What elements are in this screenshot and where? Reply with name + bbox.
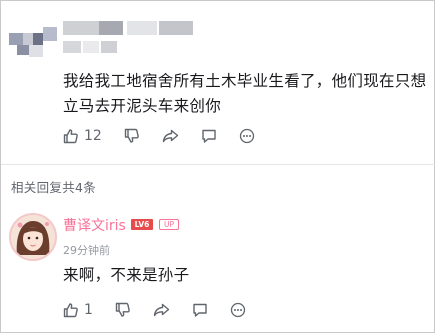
reply-like-count: 1 — [84, 302, 93, 318]
reply-reply-button[interactable] — [192, 302, 208, 318]
thumb-down-icon — [115, 302, 131, 318]
level-badge: LV6 — [131, 219, 153, 230]
reply-button[interactable] — [201, 128, 217, 144]
reply-icon — [201, 128, 217, 144]
share-icon — [162, 128, 179, 144]
more-button[interactable] — [239, 128, 255, 144]
like-count: 12 — [84, 128, 102, 144]
blurred-timestamp — [63, 41, 119, 53]
blurred-avatar[interactable] — [9, 15, 57, 61]
reply-share-button[interactable] — [153, 302, 170, 318]
comment-panel: 我给我工地宿舍所有土木毕业生看了，他们现在只想立马去开泥头车来创你 12 相关回… — [0, 0, 435, 333]
avatar[interactable] — [9, 213, 57, 261]
up-badge: UP — [159, 219, 179, 230]
divider — [1, 164, 435, 165]
dislike-button[interactable] — [124, 128, 140, 144]
reply-username[interactable]: 曹译文iris — [63, 215, 126, 235]
replies-count-header: 相关回复共4条 — [11, 180, 97, 195]
reply-like-button[interactable]: 1 — [63, 302, 93, 318]
reply-dislike-button[interactable] — [115, 302, 131, 318]
reply-timestamp: 29分钟前 — [63, 244, 110, 257]
reply-actions: 1 — [63, 299, 268, 321]
reply-text: 来啊，不来是孙子 — [63, 266, 190, 284]
comment-text: 我给我工地宿舍所有土木毕业生看了，他们现在只想立马去开泥头车来创你 — [63, 72, 427, 115]
thumb-down-icon — [124, 128, 140, 144]
reply-icon — [192, 302, 208, 318]
more-icon — [230, 302, 246, 318]
reply-more-button[interactable] — [230, 302, 246, 318]
share-button[interactable] — [162, 128, 179, 144]
share-icon — [153, 302, 170, 318]
thumb-up-icon — [63, 302, 79, 318]
blurred-username[interactable] — [63, 21, 213, 35]
comment-actions: 12 — [63, 125, 277, 147]
more-icon — [239, 128, 255, 144]
like-button[interactable]: 12 — [63, 128, 102, 144]
thumb-up-icon — [63, 128, 79, 144]
